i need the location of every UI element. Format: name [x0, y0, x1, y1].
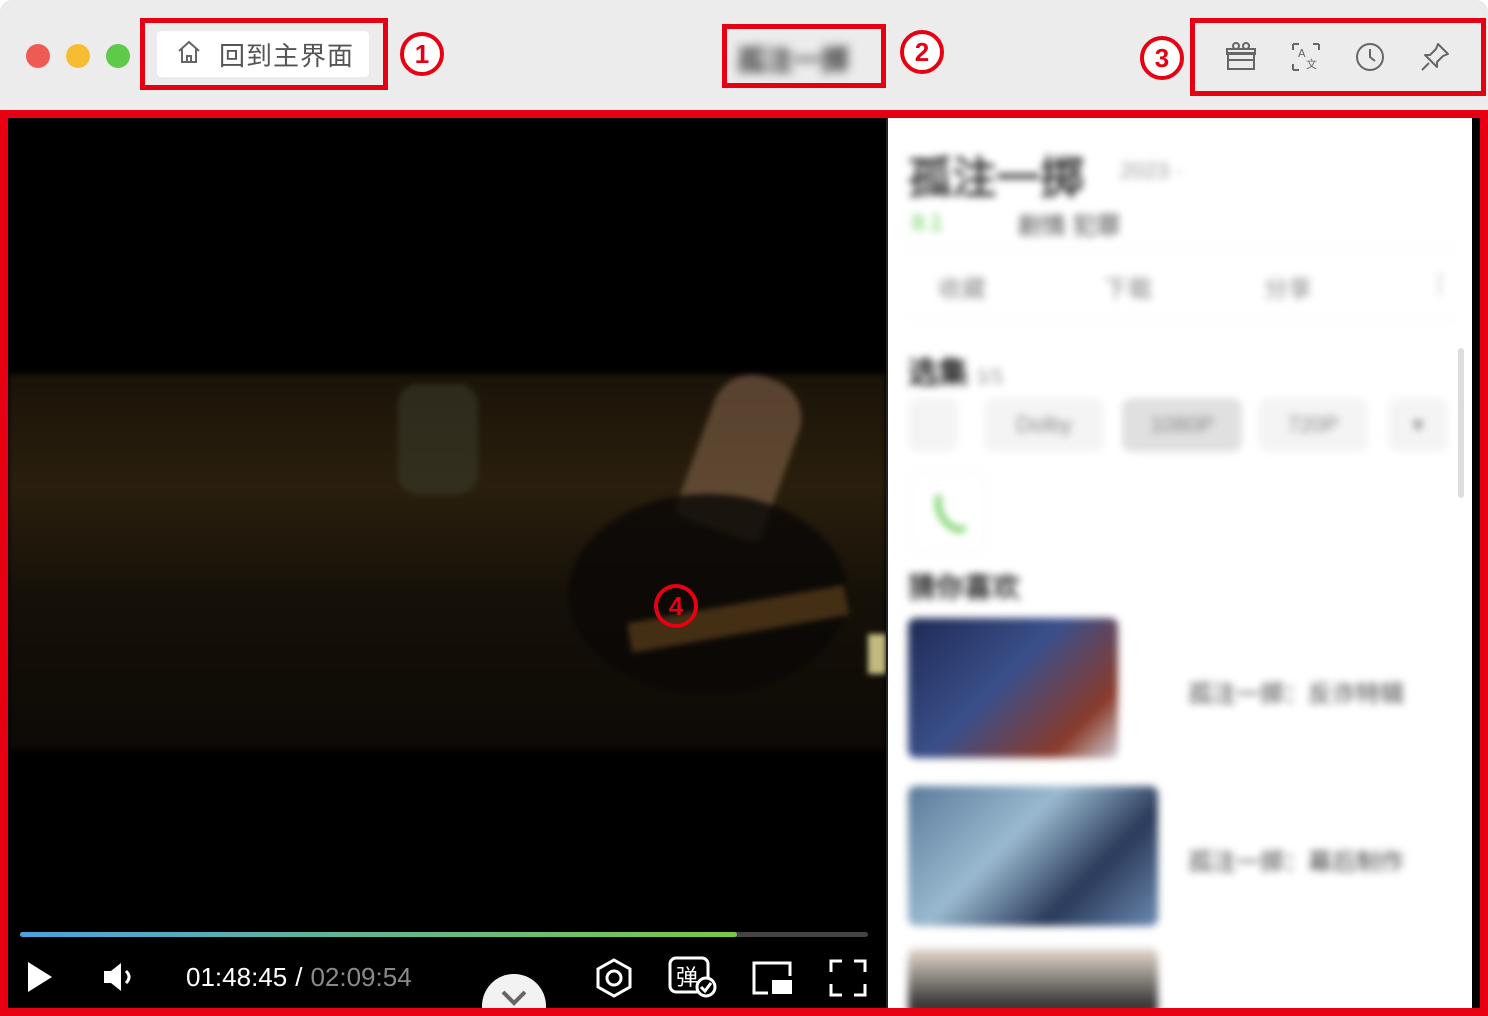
home-button-label: 回到主界面: [219, 40, 355, 71]
window-title: 孤注一掷: [737, 45, 850, 76]
action-bar: 收藏 下载 分享 ⋮: [908, 248, 1456, 318]
more-button[interactable]: ⋮: [1428, 269, 1452, 298]
screenshot-icon[interactable]: [594, 958, 634, 998]
history-clock-icon[interactable]: [1352, 39, 1388, 75]
annotation-box-3: A文: [1190, 18, 1486, 96]
quality-pill[interactable]: 720P: [1258, 398, 1368, 452]
current-time: 01:48:45: [186, 962, 288, 992]
progress-bar[interactable]: [20, 932, 868, 937]
episode-section-title: 选集 1/1: [908, 348, 1004, 392]
annotation-badge-2: 2: [900, 30, 944, 74]
app-window: 回到主界面 1 孤注一掷 2 3 A文 01:48:45 / 02:09:54 …: [0, 0, 1488, 1016]
player-controls: 01:48:45/02:09:54 弹: [8, 948, 886, 1008]
recommend-thumbnail[interactable]: [908, 948, 1158, 1008]
recommend-thumbnail[interactable]: [908, 618, 1118, 758]
episode-count: 1/1: [976, 366, 1005, 388]
quality-pill[interactable]: ▾: [1388, 398, 1448, 452]
pin-icon[interactable]: [1417, 39, 1453, 75]
play-icon[interactable]: [24, 960, 54, 994]
favorite-button[interactable]: 收藏: [938, 269, 986, 304]
quality-pill[interactable]: [908, 398, 958, 452]
svg-text:A: A: [1298, 47, 1306, 60]
picture-in-picture-icon[interactable]: [750, 960, 794, 996]
danmaku-label: 弹: [676, 966, 698, 991]
sidebar-scrollbar[interactable]: [1458, 348, 1464, 498]
sidebar-title-sub: 2023 ·: [1120, 158, 1183, 183]
quality-pill[interactable]: Dolby: [984, 398, 1104, 452]
sidebar-title: 孤注一掷: [908, 154, 1084, 203]
download-button[interactable]: 下载: [1104, 269, 1152, 304]
chevron-down-icon: [499, 988, 529, 1008]
danmaku-toggle-icon[interactable]: 弹: [668, 956, 718, 998]
progress-bar-fill: [20, 932, 737, 937]
minimize-window-button[interactable]: [66, 44, 90, 68]
recommend-thumbnail[interactable]: [908, 786, 1158, 926]
genre-tag: 剧情 犯罪: [1018, 213, 1121, 240]
time-display: 01:48:45/02:09:54: [186, 962, 412, 993]
recommend-item-title[interactable]: 孤注一掷：反诈特辑: [1188, 674, 1404, 709]
annotation-box-1: 回到主界面: [140, 18, 388, 90]
annotation-box-2: 孤注一掷: [722, 24, 886, 88]
video-player[interactable]: 01:48:45/02:09:54 弹: [8, 118, 886, 1008]
quality-pill[interactable]: 1080P: [1122, 398, 1242, 452]
recommend-item-title[interactable]: 孤注一掷：幕后制作: [1188, 842, 1404, 877]
svg-text:文: 文: [1306, 57, 1317, 71]
time-separator: /: [295, 962, 303, 992]
back-to-home-button[interactable]: 回到主界面: [157, 31, 369, 77]
zoom-window-button[interactable]: [106, 44, 130, 68]
close-window-button[interactable]: [26, 44, 50, 68]
gift-box-icon[interactable]: [1223, 39, 1259, 75]
collapse-tab[interactable]: [482, 974, 546, 1008]
phone-icon[interactable]: [908, 472, 988, 552]
translate-icon[interactable]: A文: [1288, 39, 1324, 75]
volume-icon[interactable]: [102, 960, 138, 994]
total-time: 02:09:54: [310, 962, 412, 992]
score-tag: 8.1: [912, 210, 943, 235]
share-button[interactable]: 分享: [1264, 269, 1312, 304]
title-bar: 回到主界面 1 孤注一掷 2 3 A文: [0, 0, 1488, 110]
annotation-badge-4: 4: [654, 584, 698, 628]
fullscreen-icon[interactable]: [828, 958, 868, 998]
annotation-badge-1: 1: [400, 32, 444, 76]
episode-title: 选集: [908, 357, 968, 390]
recommend-title: 猜你喜欢: [908, 572, 1021, 603]
annotation-badge-3: 3: [1140, 36, 1184, 80]
home-icon: [175, 38, 203, 71]
video-frame: [8, 363, 886, 750]
annotation-box-4: 01:48:45/02:09:54 弹 孤注一掷 2023 · 8.1 剧情 犯…: [0, 110, 1488, 1016]
quality-selector: Dolby 1080P 720P ▾: [908, 398, 1448, 458]
detail-sidebar: 孤注一掷 2023 · 8.1 剧情 犯罪 收藏 下载 分享 ⋮ 选集 1/1 …: [888, 118, 1472, 1008]
